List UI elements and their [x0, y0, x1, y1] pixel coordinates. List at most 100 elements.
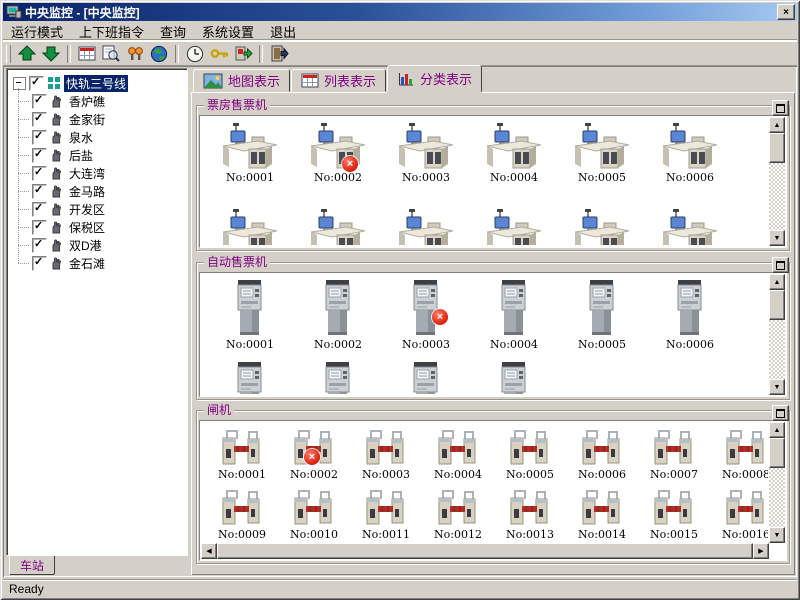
machine-item[interactable]: No:0011 — [350, 487, 422, 547]
machine-item[interactable]: No:0015 — [638, 487, 710, 547]
exit-door-icon[interactable] — [267, 43, 291, 65]
tree-item[interactable]: 金石滩 — [30, 254, 185, 272]
machine-item[interactable] — [558, 208, 646, 245]
menu-item[interactable]: 查询 — [152, 20, 194, 43]
scroll-down-button[interactable]: ▼ — [769, 379, 785, 395]
scroll-down-button[interactable]: ▼ — [769, 230, 785, 246]
menu-item[interactable]: 上下班指令 — [71, 20, 152, 43]
scroll-up-button[interactable]: ▲ — [769, 422, 785, 438]
tree-root-label[interactable]: 快轨三号线 — [64, 75, 128, 92]
machine-item[interactable]: No:0012 — [422, 487, 494, 547]
horizontal-scrollbar[interactable]: ◀▶ — [201, 543, 769, 559]
close-button[interactable]: × — [777, 4, 795, 20]
search-icon[interactable] — [99, 43, 123, 65]
machine-item[interactable]: No:0010 — [278, 487, 350, 547]
tree-item-checkbox[interactable] — [32, 220, 47, 235]
tree-item[interactable]: 泉水 — [30, 128, 185, 146]
vertical-scrollbar[interactable]: ▲▼ — [769, 422, 785, 543]
machine-item[interactable]: No:0005 — [558, 279, 646, 361]
machine-item[interactable]: No:0013 — [494, 487, 566, 547]
tree-item[interactable]: 双D港 — [30, 236, 185, 254]
tab-list[interactable]: 列表表示 — [291, 69, 386, 92]
scroll-down-button[interactable]: ▼ — [769, 527, 785, 543]
machine-item[interactable]: ×No:0002 — [278, 427, 350, 487]
machine-item[interactable]: ×No:0002 — [294, 122, 382, 208]
group-maximize-button[interactable] — [772, 405, 789, 421]
machine-item[interactable] — [206, 208, 294, 245]
tree-item-checkbox[interactable] — [32, 148, 47, 163]
tree-item-label[interactable]: 金马路 — [67, 183, 107, 200]
scroll-thumb[interactable] — [217, 543, 753, 559]
scroll-right-button[interactable]: ▶ — [753, 543, 769, 559]
scroll-up-button[interactable]: ▲ — [769, 274, 785, 290]
menu-item[interactable]: 系统设置 — [194, 20, 262, 43]
tree-item-checkbox[interactable] — [32, 184, 47, 199]
tree-item-label[interactable]: 双D港 — [67, 237, 104, 254]
tree-item-checkbox[interactable] — [32, 166, 47, 181]
group-maximize-button[interactable] — [772, 257, 789, 273]
machine-item[interactable] — [294, 208, 382, 245]
machine-item[interactable]: No:0014 — [566, 487, 638, 547]
tree-item-label[interactable]: 香炉礁 — [67, 93, 107, 110]
machine-item[interactable]: No:0003 — [382, 122, 470, 208]
menu-item[interactable]: 退出 — [262, 20, 304, 43]
machine-item[interactable]: ×No:0003 — [382, 279, 470, 361]
tree-item-checkbox[interactable] — [32, 94, 47, 109]
tree-item-checkbox[interactable] — [32, 130, 47, 145]
machine-item[interactable]: No:0005 — [558, 122, 646, 208]
machine-item[interactable]: No:0005 — [494, 427, 566, 487]
machine-item[interactable]: No:0007 — [638, 427, 710, 487]
key-icon[interactable] — [207, 43, 231, 65]
machine-item[interactable]: No:0006 — [646, 279, 734, 361]
machine-item[interactable]: No:0002 — [294, 279, 382, 361]
vertical-scrollbar[interactable]: ▲▼ — [769, 274, 785, 395]
machine-item[interactable]: No:0001 — [206, 122, 294, 208]
tab-chart[interactable]: 分类表示 — [387, 65, 482, 92]
tree-item[interactable]: 香炉礁 — [30, 92, 185, 110]
machine-item[interactable] — [382, 208, 470, 245]
table-icon[interactable] — [75, 43, 99, 65]
machine-item[interactable]: No:0003 — [350, 427, 422, 487]
machine-item[interactable]: No:0008 — [710, 427, 768, 487]
scroll-thumb[interactable] — [769, 438, 785, 468]
tree-root-row[interactable]: 快轨三号线 — [13, 74, 185, 92]
machine-item[interactable]: No:0001 — [206, 279, 294, 361]
machine-item[interactable]: No:0006 — [646, 122, 734, 208]
machine-item[interactable]: No:0004 — [422, 427, 494, 487]
tree-item[interactable]: 后盐 — [30, 146, 185, 164]
machine-item[interactable] — [470, 208, 558, 245]
tree-item-checkbox[interactable] — [32, 112, 47, 127]
tree-item-checkbox[interactable] — [32, 202, 47, 217]
group-maximize-button[interactable] — [772, 100, 789, 116]
tree-item[interactable]: 大连湾 — [30, 164, 185, 182]
tree-expand-toggle[interactable] — [13, 77, 26, 90]
machine-item[interactable] — [294, 361, 382, 394]
tab-station[interactable]: 车站 — [9, 556, 55, 575]
title-bar[interactable]: 中央监控 - [中央监控] × — [3, 3, 797, 21]
tree-item[interactable]: 开发区 — [30, 200, 185, 218]
tree-item[interactable]: 金马路 — [30, 182, 185, 200]
scroll-thumb[interactable] — [769, 290, 785, 320]
clock-icon[interactable] — [183, 43, 207, 65]
login-door-icon[interactable] — [231, 43, 255, 65]
scroll-up-button[interactable]: ▲ — [769, 117, 785, 133]
machine-item[interactable]: No:0004 — [470, 122, 558, 208]
people-icon[interactable] — [123, 43, 147, 65]
tree-item-checkbox[interactable] — [32, 238, 47, 253]
tree-item-label[interactable]: 保税区 — [67, 219, 107, 236]
machine-item[interactable]: No:0016 — [710, 487, 768, 547]
machine-item[interactable]: No:0006 — [566, 427, 638, 487]
scroll-left-button[interactable]: ◀ — [201, 543, 217, 559]
tree-item[interactable]: 金家街 — [30, 110, 185, 128]
tree-root-checkbox[interactable] — [29, 76, 44, 91]
tab-map[interactable]: 地图表示 — [193, 69, 290, 92]
down-arrow-icon[interactable] — [39, 43, 63, 65]
machine-item[interactable] — [646, 208, 734, 245]
tree-item-label[interactable]: 后盐 — [67, 147, 95, 164]
tree-item-checkbox[interactable] — [32, 256, 47, 271]
machine-item[interactable]: No:0001 — [206, 427, 278, 487]
machine-item[interactable] — [206, 361, 294, 394]
tree-item-label[interactable]: 金家街 — [67, 111, 107, 128]
menu-item[interactable]: 运行模式 — [3, 20, 71, 43]
vertical-scrollbar[interactable]: ▲▼ — [769, 117, 785, 246]
